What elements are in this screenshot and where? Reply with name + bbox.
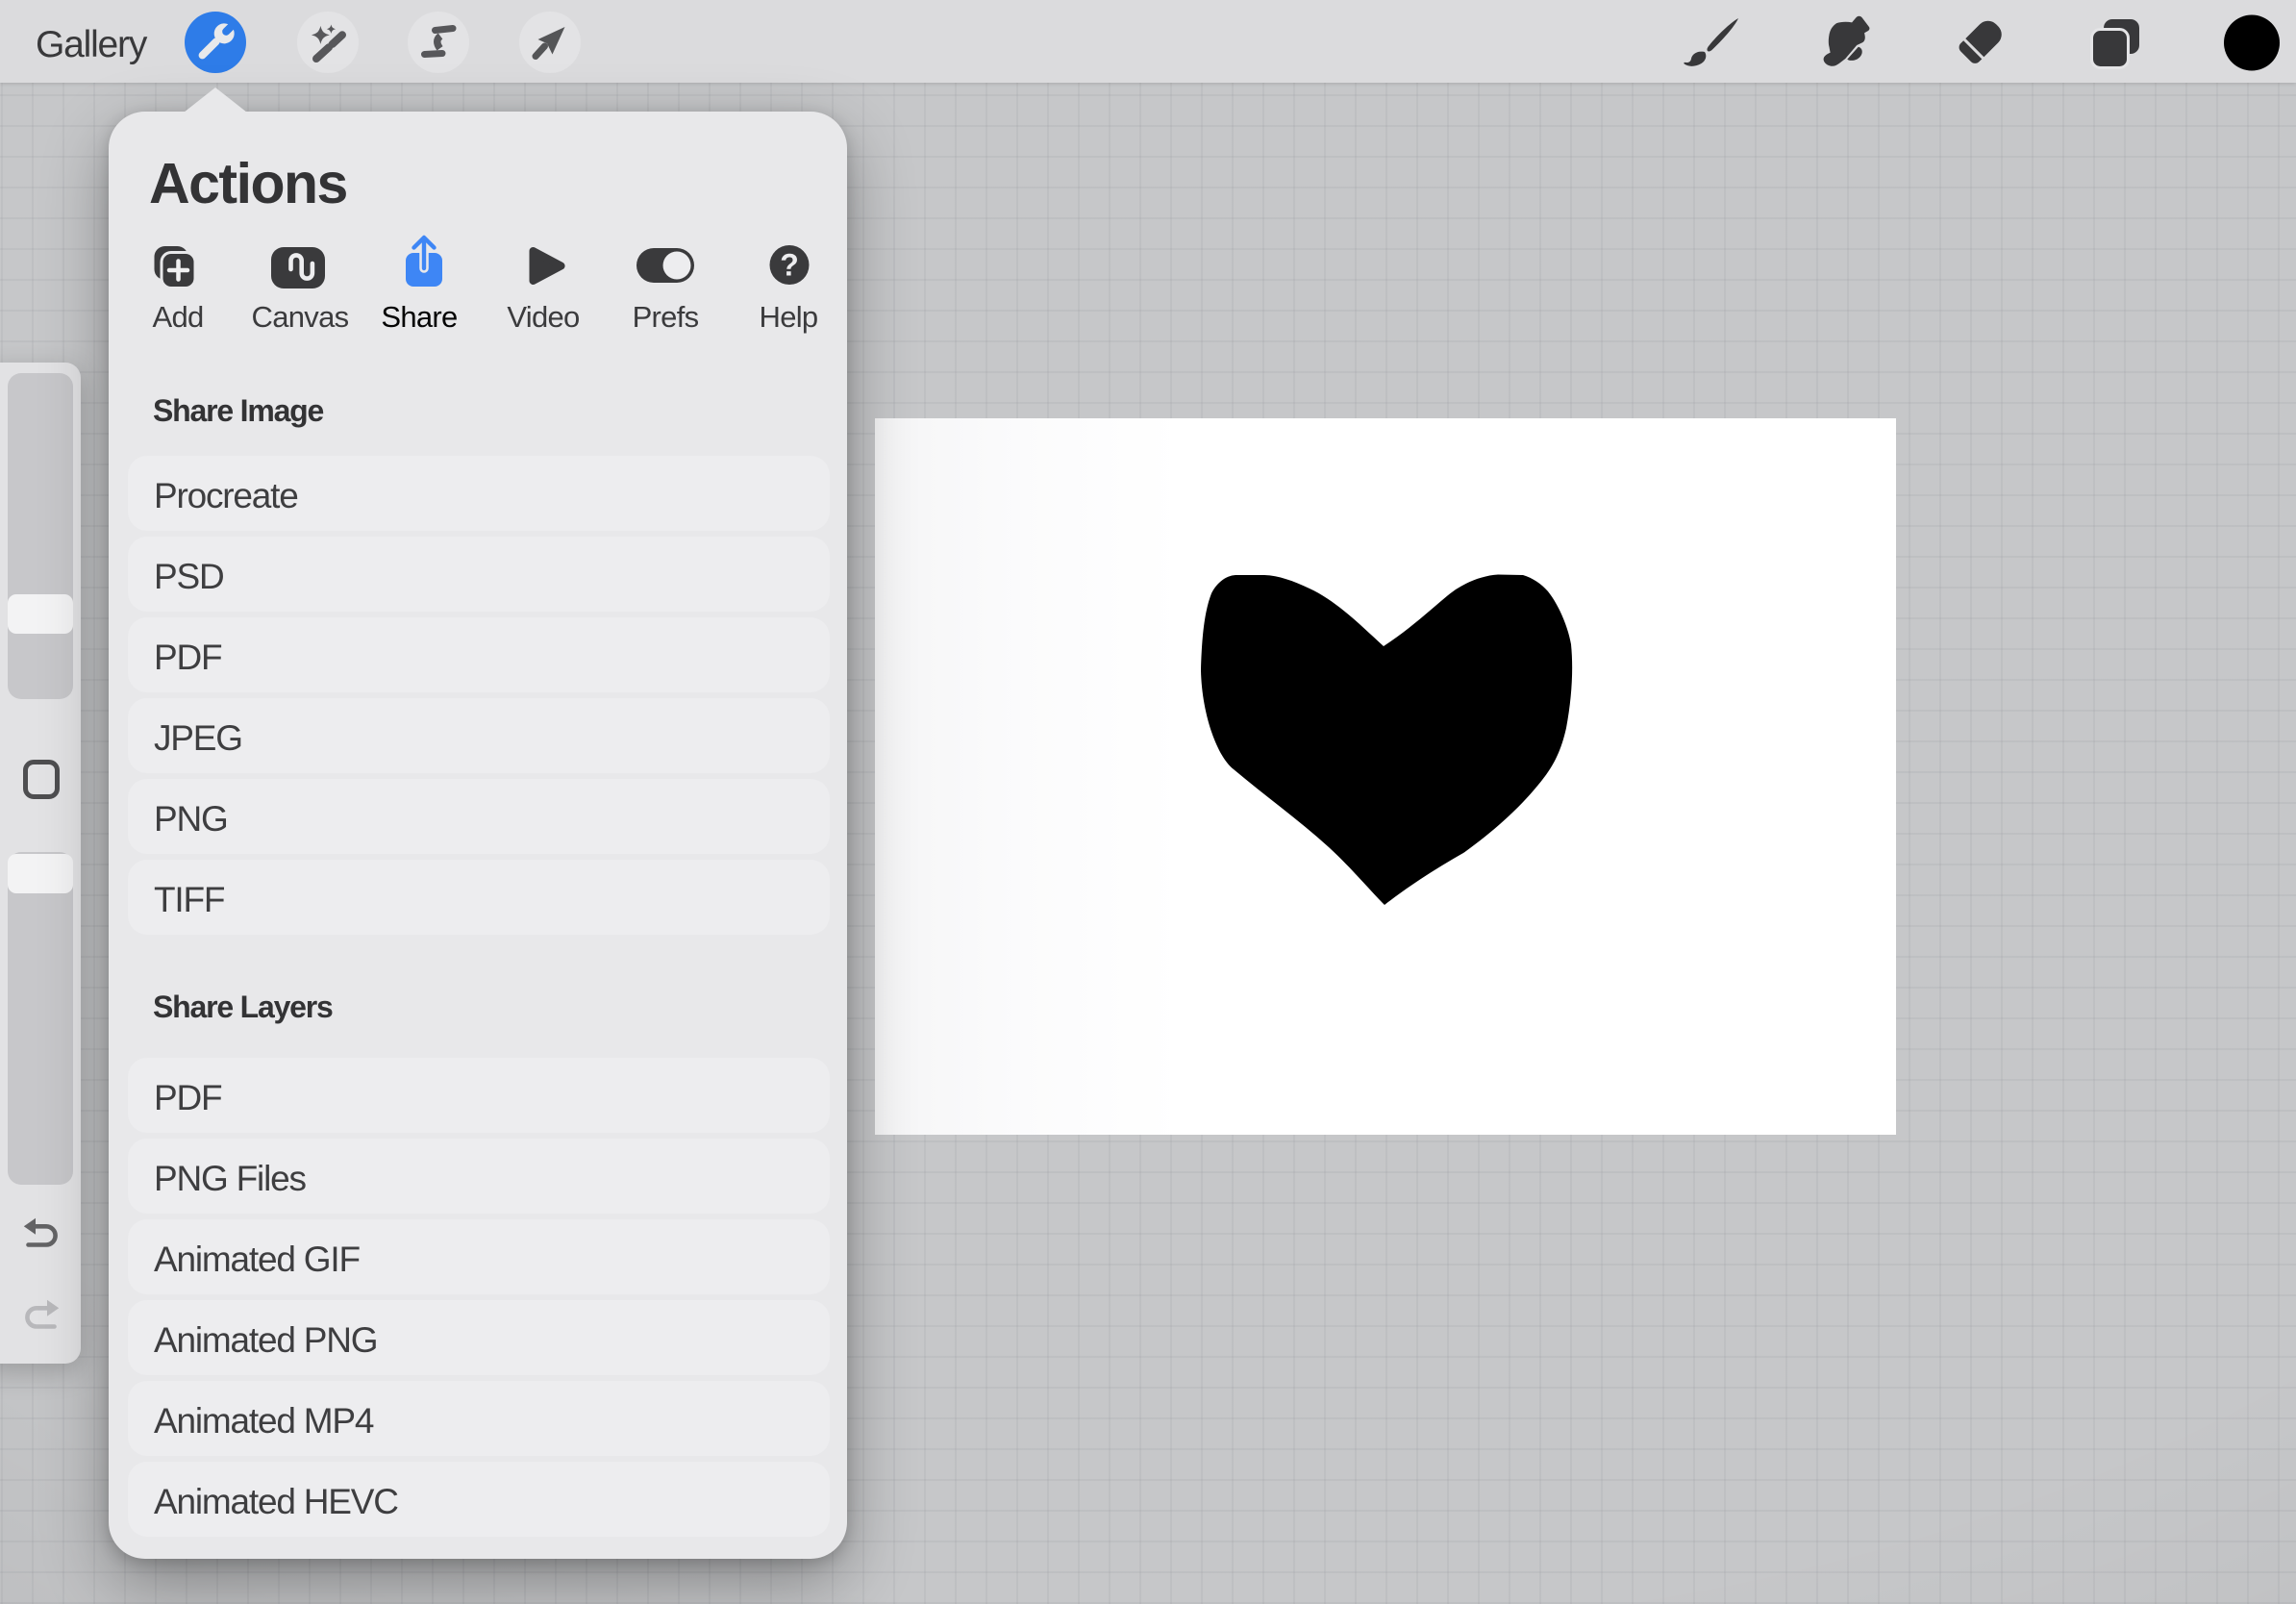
svg-text:?: ? [780, 248, 799, 283]
